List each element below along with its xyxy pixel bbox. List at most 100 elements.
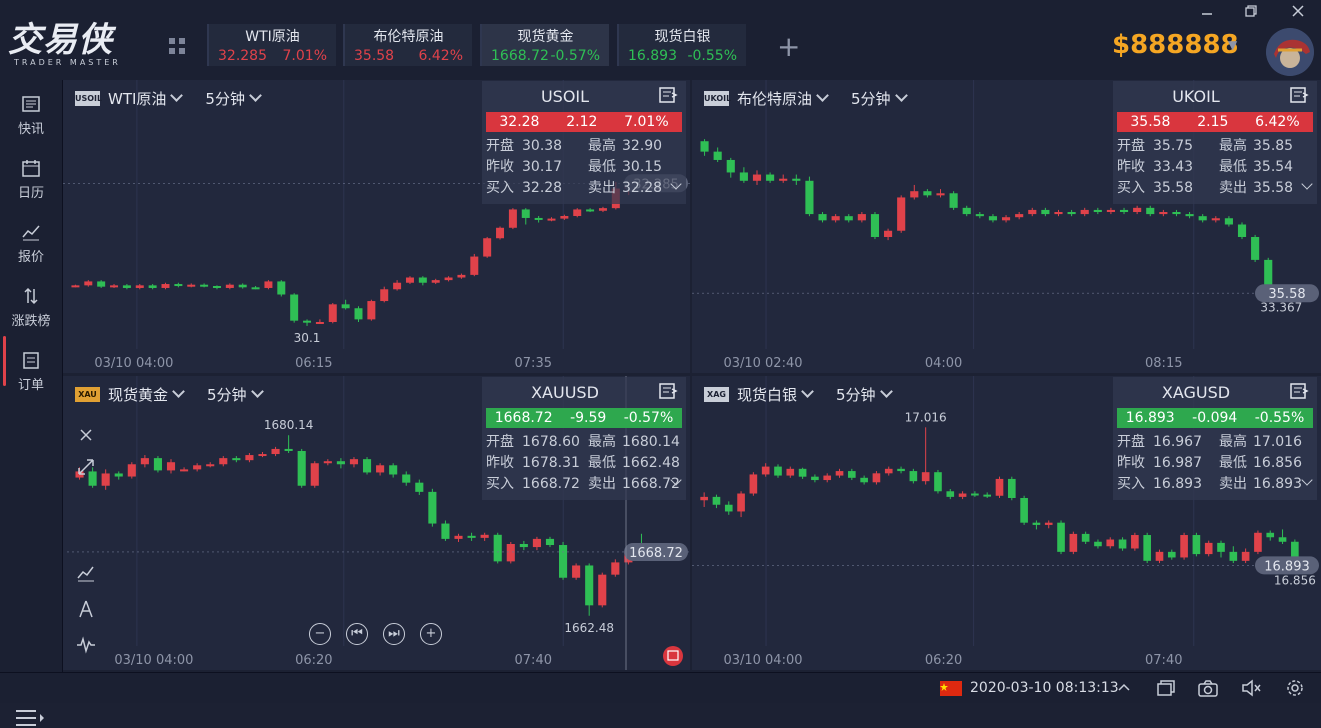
- ticker-change: -0.55%: [687, 48, 737, 64]
- exchange-icon[interactable]: [658, 381, 678, 401]
- candle: [140, 455, 149, 468]
- quote-row: 昨收 30.17 最低 30.15: [486, 156, 662, 176]
- exchange-icon[interactable]: [658, 85, 678, 105]
- layout-icon[interactable]: [1155, 678, 1177, 698]
- min-price-label: 1662.48: [564, 621, 614, 635]
- candle: [127, 462, 136, 479]
- exchange-icon[interactable]: [1289, 85, 1309, 105]
- candle: [958, 491, 967, 500]
- candle: [1044, 520, 1053, 529]
- settings-icon[interactable]: [1284, 678, 1306, 698]
- mute-icon[interactable]: [1240, 678, 1262, 698]
- restore-icon[interactable]: [1244, 4, 1258, 18]
- minimize-icon[interactable]: [1200, 4, 1214, 18]
- candle: [559, 541, 568, 580]
- account-balance[interactable]: $888888: [1112, 30, 1239, 60]
- sidebar-item-orders[interactable]: 订单: [0, 350, 62, 393]
- candle: [897, 466, 905, 474]
- ticker-brent[interactable]: 布伦特原油 35.58 6.42%: [343, 24, 472, 66]
- ticker-price: 32.285: [218, 48, 267, 64]
- candle: [586, 208, 595, 213]
- candle: [739, 167, 748, 183]
- x-axis-label: 03/10 02:40: [723, 356, 802, 371]
- chevron-up-icon[interactable]: [1113, 678, 1135, 698]
- quote-value: 16.893: [1253, 476, 1302, 492]
- instrument-select[interactable]: 布伦特原油: [737, 88, 829, 109]
- candle: [1217, 540, 1225, 558]
- instrument-select[interactable]: WTI原油: [108, 88, 184, 109]
- step-forward-button[interactable]: ⏭: [383, 623, 405, 645]
- candle: [1106, 207, 1115, 215]
- candle: [362, 457, 372, 475]
- quote-value: 35.54: [1253, 159, 1294, 175]
- chevron-down-icon: [172, 385, 185, 398]
- interval-select[interactable]: 5分钟: [851, 88, 908, 109]
- chevron-down-icon: [816, 89, 829, 102]
- price-change-pct: -0.57%: [623, 410, 674, 426]
- quote-label: 开盘: [486, 434, 514, 450]
- instrument-select[interactable]: 现货黄金: [108, 384, 185, 405]
- quote-value: 17.016: [1253, 434, 1302, 450]
- quote-label: 昨收: [1117, 159, 1145, 175]
- candle: [122, 284, 131, 290]
- step-back-button[interactable]: ⏮: [346, 623, 368, 645]
- candle: [315, 319, 324, 324]
- sidebar-item-label: 涨跌榜: [11, 314, 51, 329]
- quote-value: 30.17: [522, 159, 563, 175]
- avatar[interactable]: [1266, 28, 1314, 76]
- candle: [545, 536, 555, 548]
- menu-expand-icon[interactable]: [16, 708, 46, 728]
- candle: [1198, 214, 1207, 223]
- quote-label: 卖出: [1219, 180, 1247, 196]
- x-axis-label: 07:35: [515, 356, 552, 371]
- expand-chevron-icon[interactable]: [1301, 474, 1313, 486]
- ticker-gold[interactable]: 现货黄金 1668.72 -0.57%: [480, 24, 609, 66]
- chevron-down-icon[interactable]: ▼: [1228, 38, 1237, 52]
- candle: [1032, 520, 1041, 530]
- sidebar-item-news[interactable]: 快讯: [0, 94, 62, 137]
- ticker-silver[interactable]: 现货白银 16.893 -0.55%: [617, 24, 746, 66]
- candle: [949, 191, 958, 210]
- expand-chevron-icon[interactable]: [1301, 178, 1313, 190]
- interval-select[interactable]: 5分钟: [205, 88, 262, 109]
- draw-icon[interactable]: [75, 598, 97, 620]
- candle: [818, 212, 827, 223]
- price-bar: 16.893 -0.094 -0.55%: [1117, 408, 1313, 428]
- sidebar-item-ranking[interactable]: 涨跌榜: [0, 286, 62, 329]
- camera-icon[interactable]: [1197, 678, 1219, 698]
- wave-icon[interactable]: [75, 634, 97, 656]
- candle: [848, 468, 856, 481]
- indicator-icon[interactable]: [75, 562, 97, 584]
- sidebar-item-quotes[interactable]: 报价: [0, 222, 62, 265]
- sidebar-item-label: 订单: [17, 378, 44, 393]
- sidebar-item-calendar[interactable]: 日历: [0, 158, 62, 201]
- x-axis-label: 08:15: [1145, 356, 1182, 371]
- zoom-in-button[interactable]: +: [420, 623, 442, 645]
- expand-chevron-icon[interactable]: [670, 178, 682, 190]
- add-ticker-button[interactable]: +: [777, 30, 800, 63]
- instrument-select[interactable]: 现货白银: [737, 384, 814, 405]
- candle: [219, 456, 228, 467]
- candle: [441, 520, 450, 541]
- interval-label: 5分钟: [205, 89, 245, 108]
- last-price-tag: 16.893: [1255, 556, 1319, 575]
- zoom-out-button[interactable]: −: [309, 623, 331, 645]
- price-change: -0.094: [1192, 410, 1238, 426]
- quote-row: 开盘 16.967 最高 17.016: [1117, 431, 1302, 451]
- close-window-icon[interactable]: [1291, 4, 1305, 18]
- exchange-icon[interactable]: [1289, 381, 1309, 401]
- alert-icon[interactable]: [663, 646, 683, 666]
- candle: [713, 147, 722, 163]
- min-price-label: 33.367: [1260, 300, 1302, 314]
- close-icon[interactable]: [75, 424, 97, 446]
- candle: [1093, 207, 1102, 215]
- interval-select[interactable]: 5分钟: [207, 384, 264, 405]
- candle: [508, 208, 517, 230]
- candle: [493, 532, 502, 564]
- interval-select[interactable]: 5分钟: [836, 384, 893, 405]
- status-datetime: 2020-03-10 08:13:13: [970, 680, 1119, 696]
- last-price-value: 16.893: [1264, 559, 1310, 574]
- expand-icon[interactable]: [75, 456, 97, 478]
- ticker-wti[interactable]: WTI原油 32.285 7.01%: [207, 24, 336, 66]
- grid-menu-icon[interactable]: [168, 37, 186, 55]
